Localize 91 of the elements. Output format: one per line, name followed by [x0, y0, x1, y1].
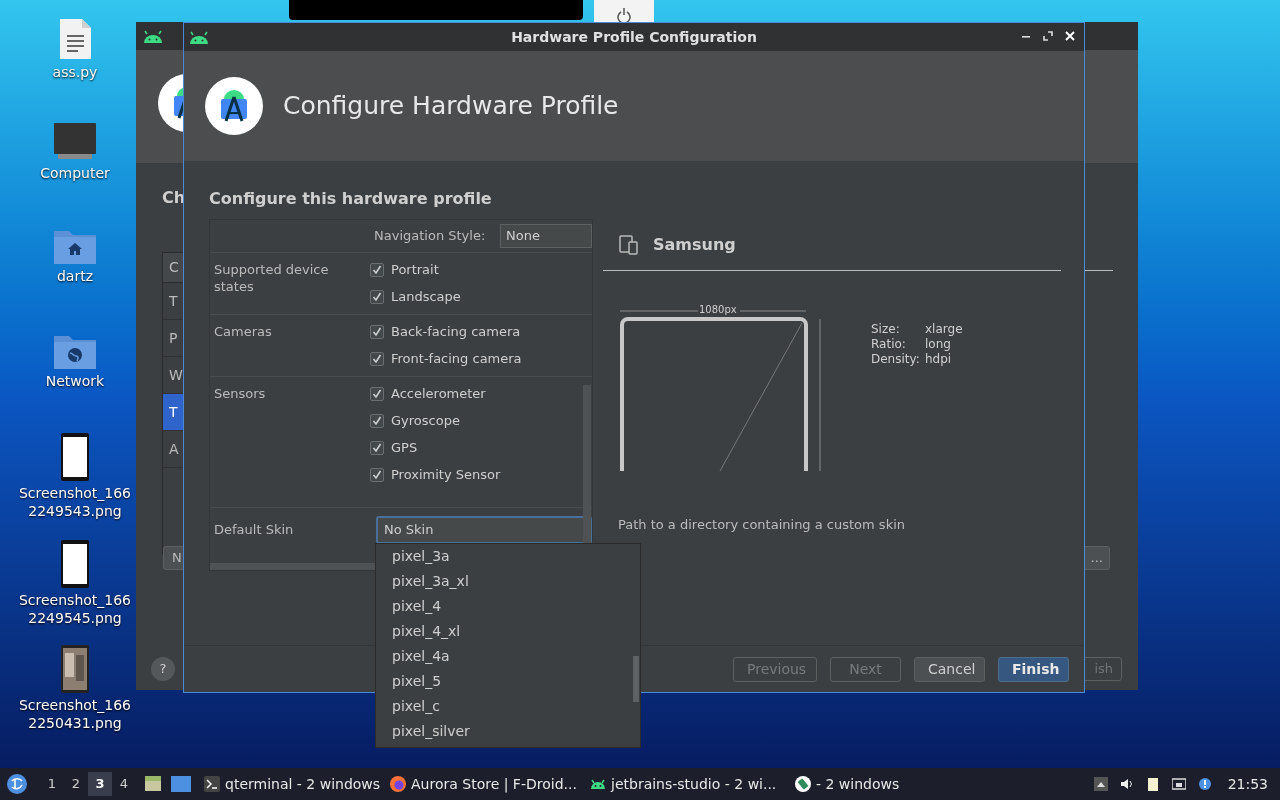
android-icon	[188, 31, 210, 45]
devices-icon	[619, 234, 639, 255]
taskbar-button[interactable]: - 2 windows	[791, 769, 921, 799]
file-icon[interactable]	[58, 18, 92, 60]
android-icon	[142, 30, 164, 44]
checkbox-label: Accelerometer	[391, 385, 486, 404]
dropdown-item[interactable]: pixel_c	[376, 694, 640, 719]
icon-label: Network	[45, 372, 105, 390]
workspace-tab[interactable]: 3	[88, 772, 112, 796]
checkbox-label: Back-facing camera	[391, 323, 521, 342]
checkbox[interactable]	[370, 468, 384, 482]
field-label: Default Skin	[213, 521, 295, 540]
device-name: Samsung	[653, 233, 736, 256]
fox-icon	[390, 776, 406, 792]
dropdown-item[interactable]: pixel_5	[376, 669, 640, 694]
icon-label: Screenshot_166	[18, 484, 132, 502]
checkbox[interactable]	[370, 414, 384, 428]
checkbox[interactable]	[370, 263, 384, 277]
scrollbar[interactable]	[633, 656, 639, 702]
checkbox[interactable]	[370, 387, 384, 401]
workspace-tab[interactable]: 2	[64, 772, 88, 796]
dialog-heading: Configure Hardware Profile	[283, 90, 619, 123]
phone-thumbnail-icon[interactable]	[61, 540, 89, 588]
start-menu-icon[interactable]	[6, 773, 28, 795]
notification-icon[interactable]	[1197, 777, 1212, 791]
checkbox[interactable]	[370, 325, 384, 339]
clock: 21:53	[1227, 774, 1268, 794]
dropdown-item[interactable]: pixel_3a_xl	[376, 569, 640, 594]
checkbox-label: Landscape	[391, 288, 461, 307]
checkbox-label: Proximity Sensor	[391, 466, 501, 485]
default-skin-dropdown[interactable]: No Skin	[376, 516, 592, 544]
android-icon	[590, 779, 606, 789]
desktop-icon[interactable]	[170, 775, 192, 793]
taskbar-button[interactable]: jetbrains-studio - 2 wi...	[586, 769, 791, 799]
hint-text: Path to a directory containing a custom skin	[618, 516, 905, 534]
spec-value: xlarge	[925, 322, 963, 337]
width-label: 1080px	[698, 304, 738, 316]
home-folder-icon[interactable]	[54, 228, 96, 264]
power-icon	[617, 8, 631, 22]
terminal-icon	[204, 776, 220, 792]
icon-label: ass.py	[52, 63, 98, 81]
spec-value: hdpi	[925, 352, 953, 367]
checkbox-label: Gyroscope	[391, 412, 460, 431]
workspace-tab[interactable]: 4	[112, 772, 136, 796]
icon-label: Screenshot_166	[18, 696, 132, 714]
network-icon[interactable]	[1171, 777, 1186, 791]
spec-label: Ratio:	[871, 337, 907, 352]
taskbar-button[interactable]: Aurora Store | F-Droid...	[386, 769, 586, 799]
clipboard-icon[interactable]	[1145, 777, 1160, 791]
scrollbar[interactable]	[583, 385, 591, 545]
dropdown-item[interactable]: pixel_3a	[376, 544, 640, 569]
close-icon[interactable]	[1064, 30, 1076, 42]
studio-logo-icon	[205, 77, 263, 135]
spec-value: long	[925, 337, 952, 352]
spec-label: Density:	[871, 352, 921, 367]
file-manager-icon[interactable]	[144, 775, 162, 793]
icon-label: Screenshot_166	[18, 591, 132, 609]
section-title: Configure this hardware profile	[209, 188, 492, 210]
dropdown-item[interactable]: pixel_silver	[376, 719, 640, 744]
button[interactable]: Finish	[998, 656, 1069, 682]
icon-label: dartz	[56, 267, 94, 285]
checkbox[interactable]	[370, 352, 384, 366]
button[interactable]: Cancel	[914, 656, 985, 682]
icon-label: Computer	[40, 164, 110, 182]
icon-label: 2250431.png	[28, 714, 122, 732]
checkbox-label: Front-facing camera	[391, 350, 522, 369]
dropdown-item[interactable]: pixel_4	[376, 594, 640, 619]
photo-thumbnail-icon[interactable]	[61, 645, 89, 693]
app-icon	[795, 776, 811, 792]
spec-label: Size:	[871, 322, 901, 337]
speaker-icon[interactable]	[1119, 777, 1134, 791]
dropdown-item[interactable]: pixel_4a	[376, 644, 640, 669]
window-title: Hardware Profile Configuration	[511, 27, 757, 47]
checkbox[interactable]	[370, 290, 384, 304]
maximize-icon[interactable]	[1042, 30, 1054, 42]
navigation-style-dropdown[interactable]: None	[500, 224, 592, 248]
checkbox-label: Portrait	[391, 261, 439, 280]
phone-thumbnail-icon[interactable]	[61, 433, 89, 481]
checkbox-label: GPS	[391, 439, 418, 458]
icon-label: 2249543.png	[28, 502, 122, 520]
taskbar-button[interactable]: qterminal - 2 windows	[200, 769, 386, 799]
dropdown-item[interactable]: pixel_4_xl	[376, 619, 640, 644]
group-label: Sensors	[213, 385, 267, 403]
globe-folder-icon[interactable]	[54, 333, 96, 369]
monitor-icon[interactable]	[54, 123, 96, 161]
help-button[interactable]: ?	[151, 657, 175, 681]
icon-label: 2249545.png	[28, 609, 122, 627]
checkbox[interactable]	[370, 441, 384, 455]
group-label: Cameras	[213, 323, 273, 341]
field-label: Navigation Style:	[374, 227, 487, 246]
workspace-tab[interactable]: 1	[40, 772, 64, 796]
